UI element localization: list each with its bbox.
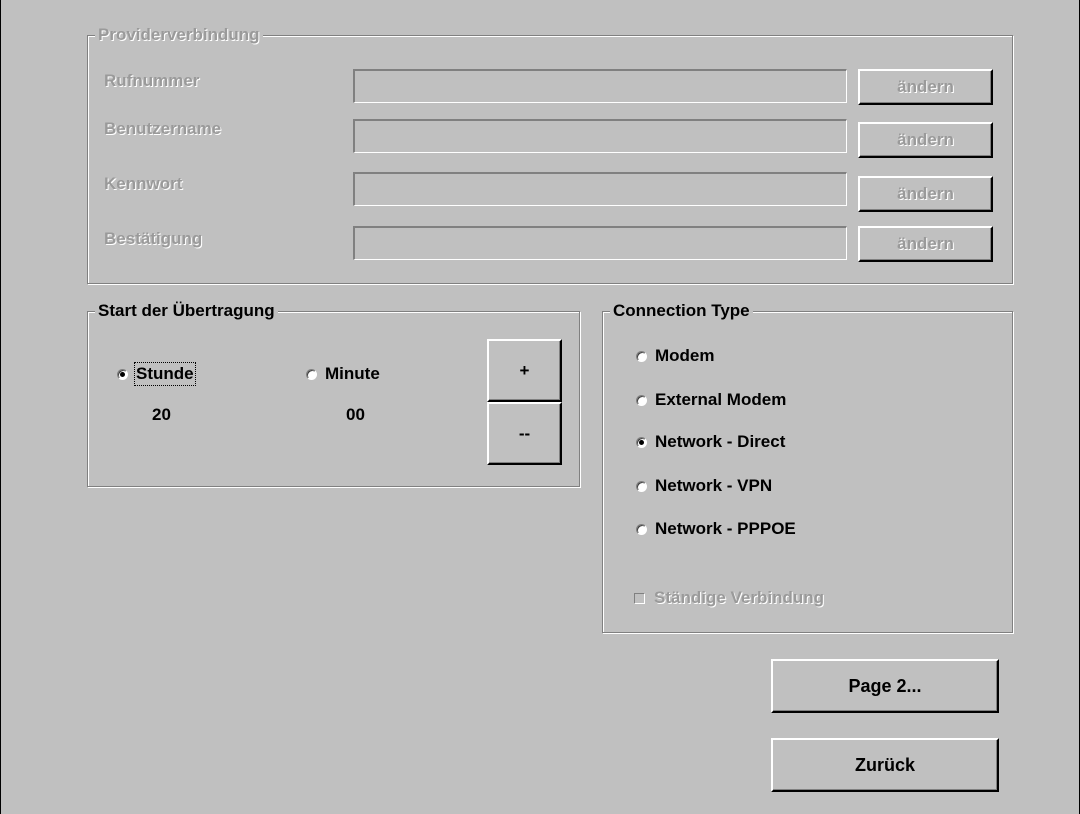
connection-option-network-pppoe[interactable]: Network - PPPOE	[636, 519, 796, 539]
network-direct-radio-indicator	[636, 436, 647, 448]
connection-option-label: Network - VPN	[655, 476, 773, 495]
permanent-connection-box	[634, 592, 645, 604]
provider-group-title: Providerverbindung	[95, 23, 263, 47]
kennwort-change-button[interactable]: ändern	[858, 176, 993, 212]
connection-option-label: Network - PPPOE	[655, 519, 796, 538]
hour-radio[interactable]: Stunde	[117, 362, 196, 386]
bestaetigung-label: Bestätigung	[104, 229, 203, 248]
minute-value: 00	[346, 405, 365, 424]
modem-radio-indicator	[636, 350, 647, 362]
kennwort-field[interactable]	[353, 172, 847, 206]
kennwort-label: Kennwort	[104, 174, 183, 193]
decrement-button[interactable]: --	[487, 402, 562, 465]
window-border-left	[0, 0, 1, 814]
external-modem-radio-indicator	[636, 394, 647, 406]
hour-value: 20	[152, 405, 171, 424]
benutzername-field[interactable]	[353, 119, 847, 153]
hour-radio-label: Stunde	[134, 362, 196, 386]
connection-option-network-vpn[interactable]: Network - VPN	[636, 476, 772, 496]
minute-radio-label: Minute	[325, 364, 380, 383]
connection-option-label: Modem	[655, 346, 715, 365]
connection-type-title: Connection Type	[610, 299, 753, 323]
permanent-connection-label: Ständige Verbindung	[654, 588, 825, 607]
hour-radio-indicator	[117, 368, 128, 380]
benutzername-label: Benutzername	[104, 119, 222, 138]
connection-option-label: Network - Direct	[655, 432, 786, 451]
network-vpn-radio-indicator	[636, 480, 647, 492]
benutzername-change-button[interactable]: ändern	[858, 122, 993, 158]
start-group-title: Start der Übertragung	[95, 299, 278, 323]
page2-button[interactable]: Page 2...	[771, 659, 999, 713]
permanent-connection-checkbox[interactable]: Ständige Verbindung	[634, 588, 824, 608]
increment-button[interactable]: +	[487, 339, 562, 402]
bestaetigung-field[interactable]	[353, 226, 847, 260]
back-button[interactable]: Zurück	[771, 738, 999, 792]
bestaetigung-change-button[interactable]: ändern	[858, 226, 993, 262]
rufnummer-label: Rufnummer	[104, 71, 200, 90]
connection-option-network-direct[interactable]: Network - Direct	[636, 432, 785, 452]
rufnummer-field[interactable]	[353, 69, 847, 103]
connection-option-modem[interactable]: Modem	[636, 346, 715, 366]
minute-radio-indicator	[306, 368, 317, 380]
minute-radio[interactable]: Minute	[306, 364, 380, 384]
rufnummer-change-button[interactable]: ändern	[858, 69, 993, 105]
connection-option-external-modem[interactable]: External Modem	[636, 390, 786, 410]
network-pppoe-radio-indicator	[636, 523, 647, 535]
connection-option-label: External Modem	[655, 390, 787, 409]
